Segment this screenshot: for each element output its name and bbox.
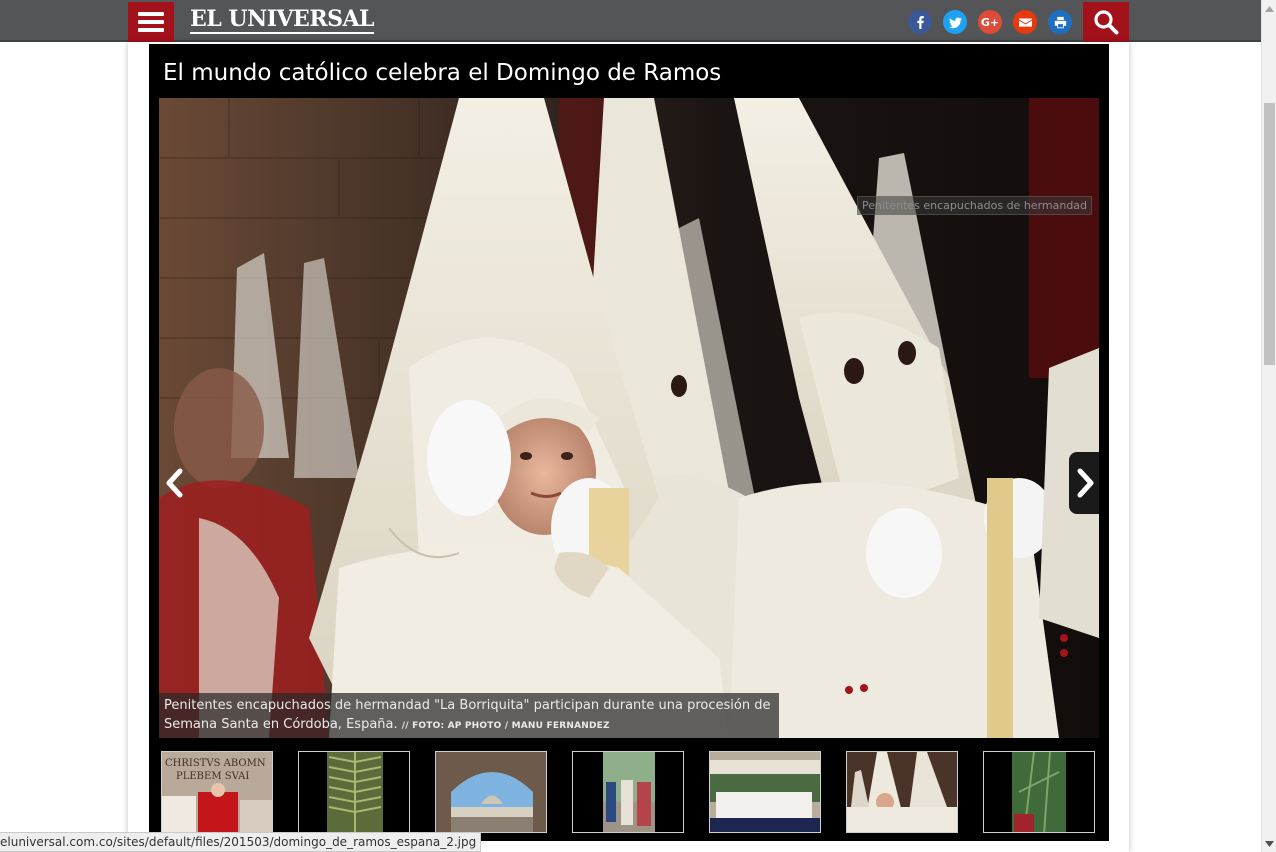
facebook-icon[interactable]	[908, 10, 932, 34]
search-button[interactable]	[1083, 2, 1129, 42]
google-plus-icon[interactable]: G+	[978, 10, 1002, 34]
thumbnail-5[interactable]	[709, 751, 821, 833]
photo-credit: // FOTO: AP PHOTO / MANU FERNANDEZ	[401, 721, 610, 731]
thumbnail-image	[573, 752, 683, 832]
thumbnail-6[interactable]	[846, 751, 958, 833]
thumbnail-4[interactable]	[572, 751, 684, 833]
vertical-scrollbar[interactable]	[1261, 0, 1276, 852]
scroll-up-button[interactable]	[1262, 0, 1276, 17]
print-icon[interactable]	[1048, 10, 1072, 34]
arrow-up-icon	[1265, 5, 1274, 12]
site-logo[interactable]: EL UNIVERSAL	[190, 6, 375, 34]
hamburger-icon-line	[138, 12, 164, 16]
twitter-icon[interactable]	[943, 10, 967, 34]
hamburger-menu-button[interactable]	[128, 2, 174, 42]
photo-gallery: El mundo católico celebra el Domingo de …	[149, 44, 1109, 841]
photo-caption: Penitentes encapuchados de hermandad "La…	[159, 693, 779, 738]
main-photo[interactable]: Penitentes encapuchados de hermandad	[159, 98, 1099, 738]
thumbnail-2[interactable]	[298, 751, 410, 833]
penitents-photo	[159, 98, 1099, 738]
gallery-title: El mundo católico celebra el Domingo de …	[163, 60, 722, 86]
search-icon	[1094, 10, 1119, 35]
top-header-bar: EL UNIVERSAL G+	[0, 0, 1261, 42]
chevron-right-icon	[1077, 468, 1094, 498]
next-arrow-button[interactable]	[1069, 452, 1099, 514]
scrollbar-thumb[interactable]	[1264, 103, 1275, 365]
email-icon[interactable]	[1013, 10, 1037, 34]
thumbnail-3[interactable]	[435, 751, 547, 833]
thumbnail-image	[984, 752, 1094, 832]
social-share-bar: G+	[908, 10, 1072, 34]
thumbnail-image	[847, 752, 957, 832]
chevron-left-icon	[166, 468, 183, 498]
hamburger-icon-line	[138, 20, 164, 24]
hamburger-icon-line	[138, 28, 164, 32]
arrow-down-icon	[1265, 840, 1274, 847]
scroll-down-button[interactable]	[1262, 835, 1276, 852]
thumbnail-strip: CHRISTVS ABOMN PLEBEM SVAI	[161, 751, 1095, 833]
browser-status-bar: eluniversal.com.co/sites/default/files/2…	[0, 832, 482, 852]
thumbnail-image	[436, 752, 546, 832]
thumbnail-image	[710, 752, 820, 832]
photo-tooltip: Penitentes encapuchados de hermandad	[857, 196, 1093, 215]
thumbnail-7[interactable]	[983, 751, 1095, 833]
thumbnail-image: CHRISTVS ABOMN PLEBEM SVAI	[162, 752, 272, 832]
thumbnail-image	[299, 752, 409, 832]
thumbnail-1[interactable]: CHRISTVS ABOMN PLEBEM SVAI	[161, 751, 273, 833]
previous-arrow-button[interactable]	[159, 452, 191, 514]
